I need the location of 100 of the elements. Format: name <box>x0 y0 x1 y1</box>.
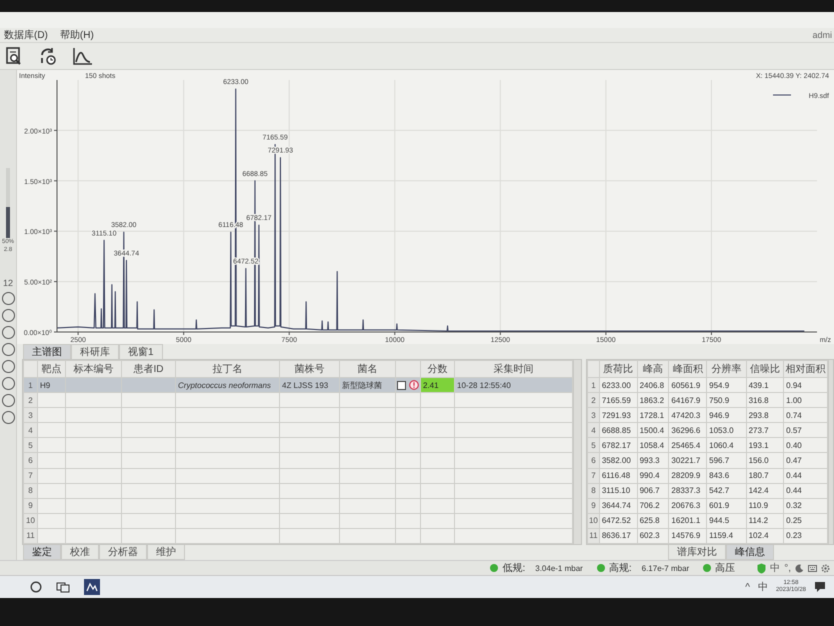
table-cell: 750.9 <box>709 396 730 405</box>
table-cell: Cryptococcus neoformans <box>178 380 271 390</box>
tray-button[interactable]: 中 <box>758 580 768 594</box>
moon-icon[interactable] <box>795 564 804 572</box>
tab[interactable]: 校准 <box>61 545 99 560</box>
keyboard-icon[interactable] <box>808 564 817 572</box>
tray-button[interactable]: ^ <box>745 582 750 592</box>
table-cell: 64167.9 <box>671 396 700 405</box>
table-cell: 1863.2 <box>640 396 664 405</box>
table-row[interactable]: 5 <box>24 438 572 453</box>
scrollbar[interactable] <box>573 360 581 544</box>
table-cell: 0.23 <box>786 531 802 540</box>
user-name: admi <box>812 30 832 40</box>
table-cell: 1.00 <box>786 396 802 405</box>
tab[interactable]: 主谱图 <box>23 344 71 359</box>
table-row[interactable]: 10 <box>24 513 572 528</box>
slider-fill[interactable] <box>6 206 10 238</box>
table-row[interactable]: 6 <box>24 452 572 468</box>
table-cell: 0.94 <box>786 380 802 390</box>
scrollbar[interactable] <box>828 360 833 544</box>
ring-indicator <box>2 309 14 322</box>
slider-track[interactable] <box>6 168 10 238</box>
column-header[interactable]: 菌名 <box>340 360 396 378</box>
table-row[interactable]: 1 H9 Cryptococcus neoformans 4Z LJSS 193 新型隐球菌 2.41 10-28 12:55:40 <box>24 378 572 393</box>
score-value: 2.41 <box>423 380 439 390</box>
table-cell: 1060.4 <box>709 440 734 450</box>
table-cell: 7165.59 <box>602 396 631 405</box>
peak-curve-icon[interactable] <box>72 46 94 66</box>
column-header[interactable]: 分辨率 <box>706 360 746 378</box>
table-cell: 1159.4 <box>709 531 734 540</box>
row-number: 9 <box>588 498 600 514</box>
tab[interactable]: 分析器 <box>99 545 147 560</box>
table-cell: 142.4 <box>748 486 769 496</box>
column-header[interactable]: 采集时间 <box>454 360 572 378</box>
column-header[interactable]: 分数 <box>420 360 454 378</box>
table-cell: 0.57 <box>786 426 802 435</box>
ime-button[interactable]: 中 <box>770 561 780 575</box>
table-cell: 602.3 <box>640 531 660 540</box>
column-header[interactable]: 峰高 <box>637 360 669 378</box>
tab[interactable]: 鉴定 <box>23 545 61 560</box>
table-cell: 180.7 <box>748 471 769 480</box>
row-number: 4 <box>24 422 38 438</box>
ring-indicator <box>2 343 14 356</box>
app-icon[interactable] <box>84 579 100 595</box>
table-cell: 706.2 <box>640 501 660 510</box>
tab[interactable]: 峰信息 <box>726 545 774 560</box>
menu-item[interactable]: 帮助(H) <box>60 28 94 42</box>
column-header[interactable]: 靶点 <box>38 360 66 378</box>
row-number: 10 <box>24 513 38 528</box>
column-header[interactable]: 标本编号 <box>66 360 122 378</box>
table-cell: 944.5 <box>709 516 730 526</box>
column-header[interactable]: 峰面积 <box>668 360 707 378</box>
table-cell: 193.1 <box>748 440 769 450</box>
status-label: 高规: <box>608 562 632 575</box>
gear-icon[interactable] <box>821 564 830 572</box>
column-header[interactable]: 拉丁名 <box>176 360 280 378</box>
column-header[interactable]: 相对面积 <box>784 360 828 378</box>
table-cell: 954.9 <box>709 380 730 390</box>
ring-indicator <box>2 326 14 339</box>
row-number: 7 <box>588 468 600 484</box>
row-number: 6 <box>588 452 600 468</box>
table-row[interactable]: 11 <box>24 528 572 544</box>
table-cell: 3582.00 <box>602 456 631 465</box>
table-cell: 2406.8 <box>640 380 664 390</box>
table-cell: 3115.10 <box>602 486 630 496</box>
status-value: 6.17e-7 mbar <box>642 564 690 572</box>
row-number: 5 <box>24 438 38 453</box>
table-cell: 102.4 <box>748 531 769 540</box>
table-cell: 7291.93 <box>602 410 631 420</box>
table-cell: 542.7 <box>709 486 730 496</box>
checkbox[interactable] <box>397 380 406 390</box>
tab[interactable]: 谱库对比 <box>668 545 726 560</box>
circle-icon[interactable] <box>30 581 42 593</box>
table-row[interactable]: 8 <box>24 483 572 498</box>
table-cell: 990.4 <box>640 471 660 480</box>
tab[interactable]: 视窗1 <box>119 344 163 359</box>
refresh-clock-icon[interactable] <box>38 46 58 66</box>
table-cell: 316.8 <box>748 396 769 405</box>
table-row[interactable]: 3 <box>24 408 572 423</box>
column-header[interactable]: 菌株号 <box>280 360 340 378</box>
tab[interactable]: 维护 <box>147 545 185 560</box>
column-header[interactable]: 信噪比 <box>746 360 784 378</box>
task-view-icon[interactable] <box>56 581 70 593</box>
row-number: 3 <box>588 408 600 423</box>
menu-item[interactable]: 数据库(D) <box>4 28 48 42</box>
table-cell: 625.8 <box>640 516 660 526</box>
notification-icon[interactable] <box>814 581 826 593</box>
table-cell: 156.0 <box>748 456 769 465</box>
table-row[interactable]: 9 <box>24 498 572 514</box>
row-number: 6 <box>24 452 38 468</box>
legend-line <box>772 94 792 96</box>
row-number: 3 <box>24 408 38 423</box>
ime-button[interactable]: °, <box>784 562 791 574</box>
table-row[interactable]: 2 <box>24 392 572 408</box>
column-header[interactable]: 质荷比 <box>599 360 638 378</box>
column-header[interactable]: 患者ID <box>122 360 176 378</box>
table-row[interactable]: 4 <box>24 422 572 438</box>
table-cell: 293.8 <box>748 410 769 420</box>
table-row[interactable]: 7 <box>24 468 572 484</box>
tab[interactable]: 科研库 <box>71 344 119 359</box>
